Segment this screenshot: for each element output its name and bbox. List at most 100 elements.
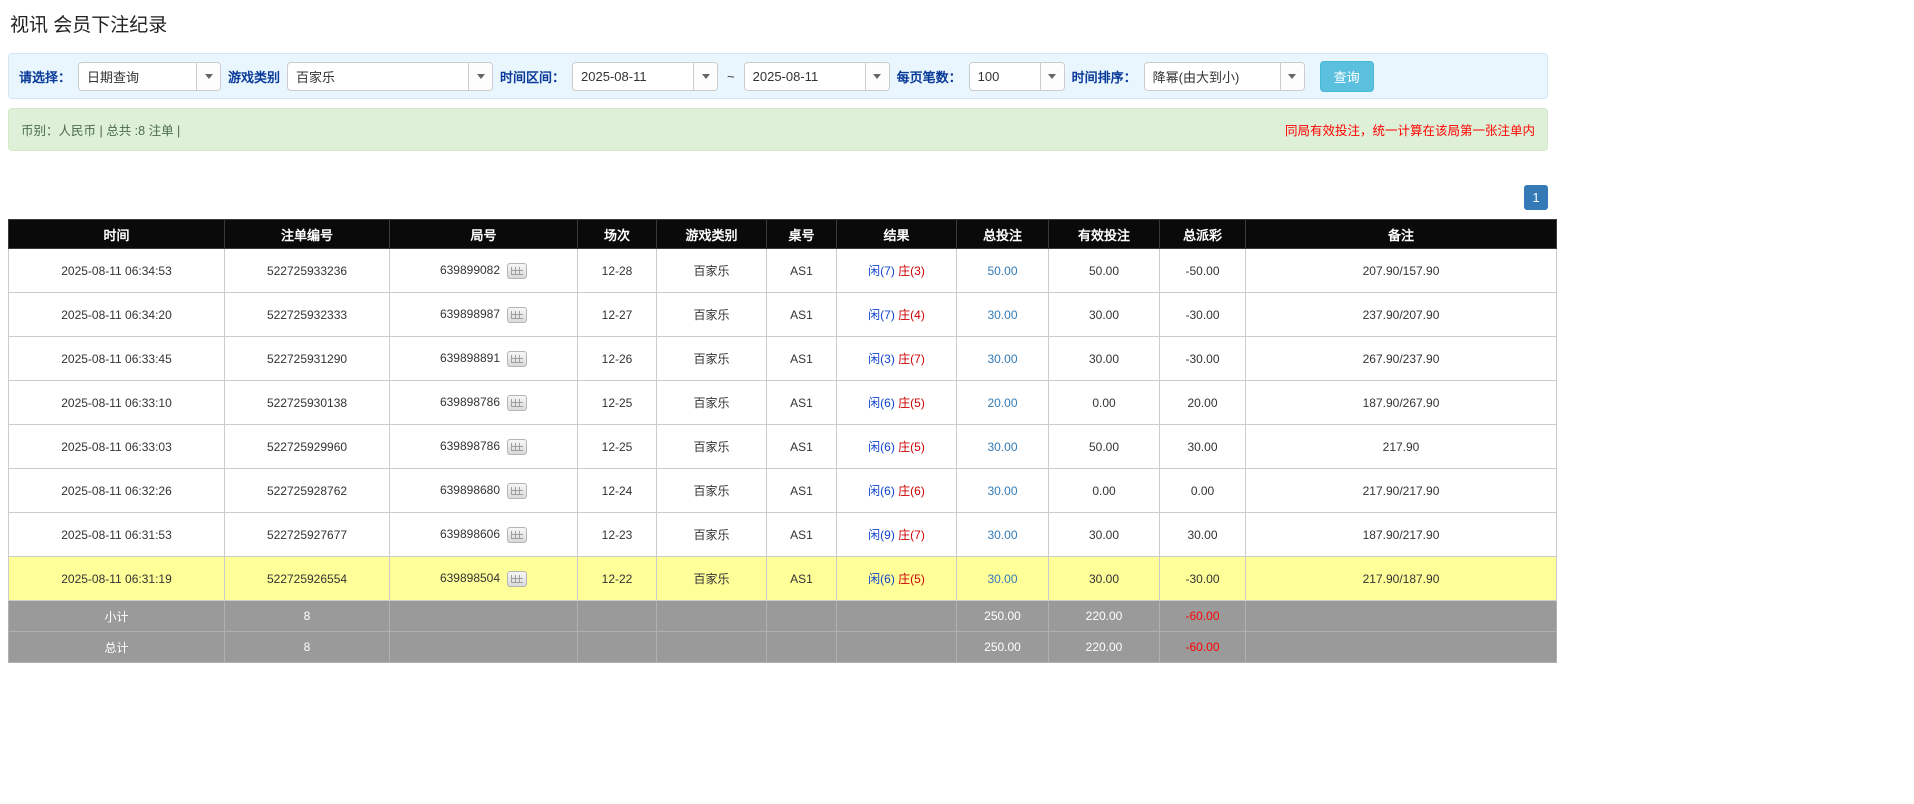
cell-table-no: AS1 [767, 337, 837, 381]
total-bet-link[interactable]: 30.00 [987, 308, 1017, 322]
cell-time: 2025-08-11 06:31:19 [9, 557, 225, 601]
date-to-dropdown[interactable] [744, 62, 890, 91]
chevron-down-icon [205, 74, 213, 79]
total-bet-link[interactable]: 30.00 [987, 484, 1017, 498]
result-player: 闲(7) [868, 308, 895, 322]
cell-remark: 267.90/237.90 [1246, 337, 1557, 381]
result-player: 闲(6) [868, 396, 895, 410]
date-from-dropdown[interactable] [572, 62, 718, 91]
pagination: 1 [8, 185, 1548, 210]
result-banker: 庄(3) [898, 264, 925, 278]
table-header-row: 时间注单编号局号场次游戏类别桌号结果总投注有效投注总派彩备注 [9, 220, 1557, 249]
page-size-dropdown[interactable] [969, 62, 1065, 91]
total-bet-link[interactable]: 20.00 [987, 396, 1017, 410]
table-row: 2025-08-11 06:34:53522725933236639899082… [9, 249, 1557, 293]
cell-remark: 187.90/217.90 [1246, 513, 1557, 557]
game-type-input[interactable] [288, 63, 468, 90]
info-bar: 币别：人民币 | 总共 :8 注单 | 同局有效投注，统一计算在该局第一张注单内 [8, 108, 1548, 151]
roadmap-icon[interactable] [507, 439, 527, 455]
total-bet-link[interactable]: 30.00 [987, 528, 1017, 542]
roadmap-icon[interactable] [507, 351, 527, 367]
cell-table-no: AS1 [767, 469, 837, 513]
roadmap-icon[interactable] [507, 263, 527, 279]
page-number-button[interactable]: 1 [1524, 185, 1548, 210]
roadmap-icon[interactable] [507, 527, 527, 543]
game-type-dropdown-button[interactable] [468, 63, 492, 90]
cell-session: 12-25 [578, 381, 657, 425]
cell-total-bet: 50.00 [957, 249, 1049, 293]
query-type-input[interactable] [79, 63, 196, 90]
table-row: 2025-08-11 06:33:10522725930138639898786… [9, 381, 1557, 425]
cell-game-type: 百家乐 [657, 469, 767, 513]
summary-valid-bet: 220.00 [1049, 632, 1160, 663]
cell-session: 12-26 [578, 337, 657, 381]
cell-round-id: 639898786 [390, 381, 578, 425]
table-row: 2025-08-11 06:33:03522725929960639898786… [9, 425, 1557, 469]
subtotal-row: 小计8250.00220.00-60.00 [9, 601, 1557, 632]
result-banker: 庄(7) [898, 528, 925, 542]
notice-text: 同局有效投注，统一计算在该局第一张注单内 [1285, 120, 1535, 139]
result-player: 闲(6) [868, 484, 895, 498]
game-type-dropdown[interactable] [287, 62, 493, 91]
table-row: 2025-08-11 06:34:20522725932333639898987… [9, 293, 1557, 337]
result-player: 闲(6) [868, 440, 895, 454]
chevron-down-icon [1288, 74, 1296, 79]
filter-label-time-range: 时间区间： [500, 67, 565, 86]
total-bet-link[interactable]: 30.00 [987, 440, 1017, 454]
column-header: 备注 [1246, 220, 1557, 249]
summary-valid-bet: 220.00 [1049, 601, 1160, 632]
table-row-highlighted: 2025-08-11 06:31:19522725926554639898504… [9, 557, 1557, 601]
query-type-dropdown-button[interactable] [196, 63, 220, 90]
filter-label-game-type: 游戏类别 [228, 67, 280, 86]
total-bet-link[interactable]: 30.00 [987, 352, 1017, 366]
cell-bet-id: 522725926554 [225, 557, 390, 601]
cell-table-no: AS1 [767, 557, 837, 601]
cell-result: 闲(7) 庄(3) [837, 249, 957, 293]
result-player: 闲(3) [868, 352, 895, 366]
sort-order-input[interactable] [1145, 63, 1280, 90]
summary-empty-cell [578, 632, 657, 663]
cell-remark: 217.90/217.90 [1246, 469, 1557, 513]
cell-bet-id: 522725927677 [225, 513, 390, 557]
cell-game-type: 百家乐 [657, 425, 767, 469]
sort-order-dropdown-button[interactable] [1280, 63, 1304, 90]
round-id-text: 639898786 [440, 395, 500, 409]
query-type-dropdown[interactable] [78, 62, 221, 91]
cell-result: 闲(6) 庄(5) [837, 557, 957, 601]
page-size-dropdown-button[interactable] [1040, 63, 1064, 90]
total-bet-link[interactable]: 30.00 [987, 572, 1017, 586]
cell-valid-bet: 0.00 [1049, 469, 1160, 513]
column-header: 结果 [837, 220, 957, 249]
summary-empty-cell [578, 601, 657, 632]
summary-count: 8 [225, 632, 390, 663]
summary-empty-cell [657, 601, 767, 632]
cell-game-type: 百家乐 [657, 293, 767, 337]
cell-valid-bet: 30.00 [1049, 293, 1160, 337]
round-id-text: 639899082 [440, 263, 500, 277]
search-button[interactable]: 查询 [1320, 61, 1374, 92]
roadmap-icon[interactable] [507, 571, 527, 587]
cell-table-no: AS1 [767, 293, 837, 337]
cell-game-type: 百家乐 [657, 249, 767, 293]
sort-order-dropdown[interactable] [1144, 62, 1305, 91]
roadmap-icon[interactable] [507, 483, 527, 499]
cell-bet-id: 522725929960 [225, 425, 390, 469]
roadmap-icon[interactable] [507, 307, 527, 323]
page-container: 视讯 会员下注纪录 请选择： 游戏类别 时间区间： ~ 每页笔数： 时间排序： [0, 0, 1556, 671]
date-to-input[interactable] [745, 63, 865, 90]
result-banker: 庄(5) [898, 572, 925, 586]
column-header: 总派彩 [1160, 220, 1246, 249]
total-bet-link[interactable]: 50.00 [987, 264, 1017, 278]
table-body: 2025-08-11 06:34:53522725933236639899082… [9, 249, 1557, 663]
column-header: 注单编号 [225, 220, 390, 249]
roadmap-icon[interactable] [507, 395, 527, 411]
cell-result: 闲(6) 庄(5) [837, 381, 957, 425]
page-size-input[interactable] [970, 63, 1040, 90]
cell-payout: 30.00 [1160, 513, 1246, 557]
cell-session: 12-22 [578, 557, 657, 601]
date-from-dropdown-button[interactable] [693, 63, 717, 90]
date-from-input[interactable] [573, 63, 693, 90]
cell-session: 12-24 [578, 469, 657, 513]
date-to-dropdown-button[interactable] [865, 63, 889, 90]
summary-empty-cell [837, 632, 957, 663]
